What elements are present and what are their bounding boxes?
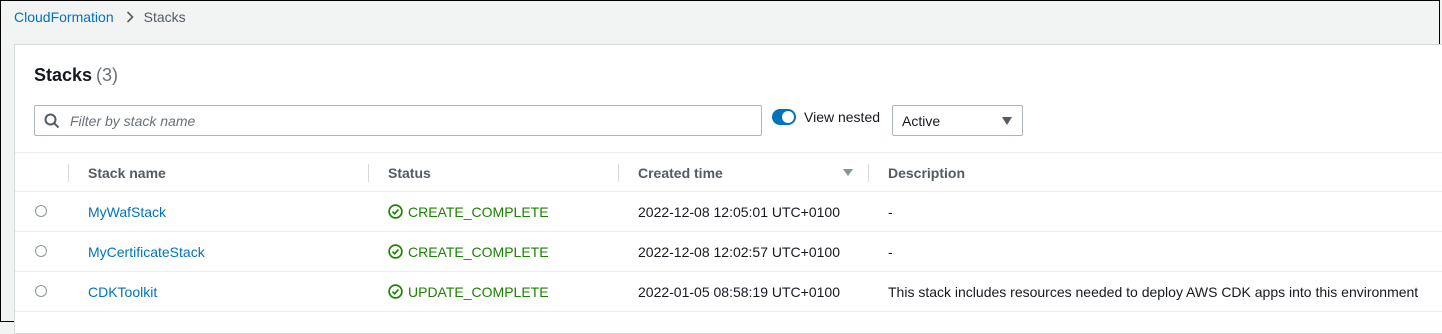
column-header-status[interactable]: Status — [388, 153, 431, 192]
description-cell: - — [888, 243, 893, 260]
table-row[interactable]: CDKToolkit UPDATE_COMPLETE 2022-01-05 08… — [15, 272, 1442, 312]
column-divider — [68, 164, 69, 182]
status-cell: CREATE_COMPLETE — [388, 192, 549, 231]
breadcrumb-current: Stacks — [143, 9, 186, 25]
stack-name-link[interactable]: MyWafStack — [88, 192, 166, 231]
status-text: CREATE_COMPLETE — [408, 243, 549, 260]
search-box[interactable] — [34, 105, 762, 136]
created-time-cell: 2022-01-05 08:58:19 UTC+0100 — [638, 283, 840, 300]
view-nested-toggle[interactable] — [772, 109, 796, 125]
view-nested-toggle-group: View nested — [772, 109, 880, 125]
app-frame: CloudFormation Stacks Stacks(3) View nes… — [0, 0, 1442, 334]
row-select-radio[interactable] — [35, 245, 47, 257]
stack-name-link[interactable]: MyCertificateStack — [88, 232, 205, 271]
description-cell: This stack includes resources needed to … — [888, 283, 1419, 300]
panel-title-text: Stacks — [34, 65, 93, 85]
check-circle-icon — [388, 284, 403, 299]
search-input[interactable] — [68, 111, 761, 130]
stacks-panel: Stacks(3) View nested Active Stack name … — [14, 44, 1442, 334]
check-circle-icon — [388, 204, 403, 219]
table-row[interactable]: MyWafStack CREATE_COMPLETE 2022-12-08 12… — [15, 192, 1442, 232]
breadcrumb-cloudformation-link[interactable]: CloudFormation — [14, 9, 114, 25]
chevron-right-icon — [126, 11, 134, 23]
status-filter-value: Active — [902, 112, 941, 129]
created-time-cell: 2022-12-08 12:05:01 UTC+0100 — [638, 203, 840, 220]
toggle-knob — [782, 111, 794, 123]
page-title: Stacks (3) — [34, 65, 118, 86]
column-header-stack-name[interactable]: Stack name — [88, 153, 166, 192]
status-text: CREATE_COMPLETE — [408, 203, 549, 220]
caret-down-icon — [1002, 116, 1012, 125]
sort-descending-icon[interactable] — [843, 169, 853, 176]
table-row[interactable]: MyCertificateStack CREATE_COMPLETE 2022-… — [15, 232, 1442, 272]
row-select-radio[interactable] — [35, 205, 47, 217]
search-icon — [44, 113, 60, 129]
stack-name-link[interactable]: CDKToolkit — [88, 272, 157, 311]
description-cell: - — [888, 203, 893, 220]
column-divider — [618, 164, 619, 182]
stack-count: (3) — [96, 65, 119, 85]
status-cell: CREATE_COMPLETE — [388, 232, 549, 271]
status-cell: UPDATE_COMPLETE — [388, 272, 549, 311]
status-filter-select[interactable]: Active — [892, 105, 1023, 136]
column-header-created-time[interactable]: Created time — [638, 153, 723, 192]
table-header: Stack name Status Created time Descripti… — [15, 152, 1442, 192]
breadcrumb: CloudFormation Stacks — [14, 8, 186, 26]
column-divider — [868, 164, 869, 182]
column-header-description[interactable]: Description — [888, 153, 965, 192]
check-circle-icon — [388, 244, 403, 259]
column-divider — [368, 164, 369, 182]
created-time-cell: 2022-12-08 12:02:57 UTC+0100 — [638, 243, 840, 260]
view-nested-label: View nested — [804, 109, 881, 125]
row-select-radio[interactable] — [35, 285, 47, 297]
status-text: UPDATE_COMPLETE — [408, 283, 549, 300]
